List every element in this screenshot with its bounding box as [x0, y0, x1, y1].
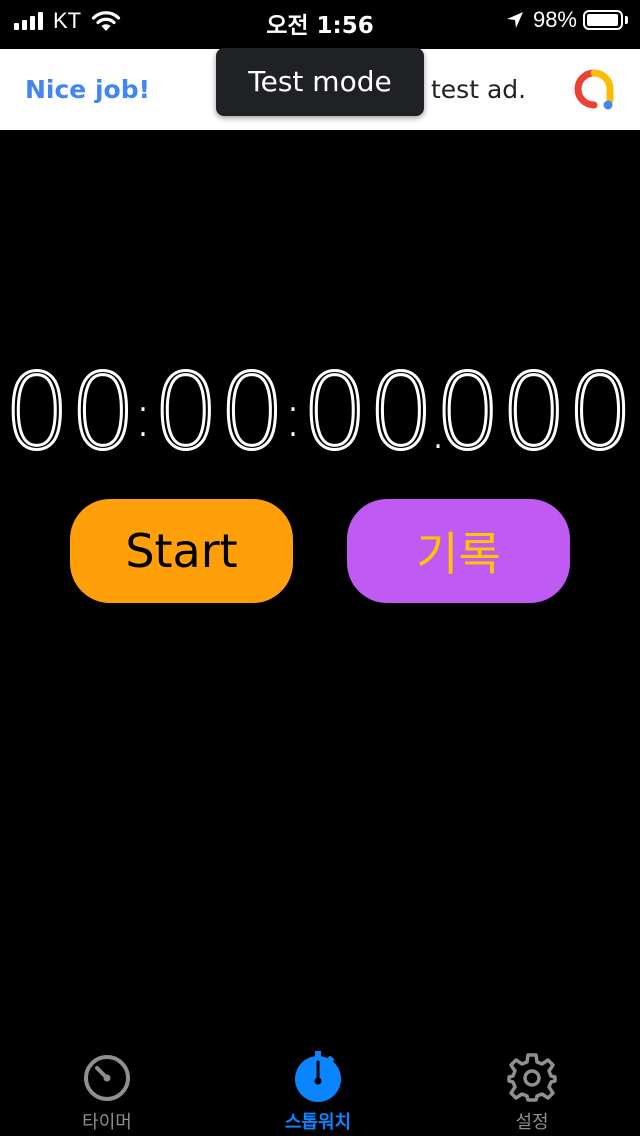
tab-timer[interactable]: 타이머 [27, 1040, 187, 1136]
tab-label-stopwatch: 스톱워치 [284, 1112, 352, 1133]
tab-label-timer: 타이머 [82, 1112, 132, 1133]
app-screen: KT 오전 1:56 98% Nice job! test ad. Test m… [0, 0, 640, 1136]
time-separator-1: : [133, 381, 153, 451]
time-milliseconds: 000 [435, 352, 634, 462]
battery-icon [583, 10, 623, 30]
time-separator-3: . [428, 393, 447, 462]
location-arrow-icon [506, 12, 523, 28]
tab-settings[interactable]: 설정 [452, 1040, 612, 1136]
time-seconds: 00 [302, 352, 434, 462]
battery-tip [625, 16, 628, 24]
test-mode-badge: Test mode [216, 48, 424, 116]
ad-headline: Nice job! [25, 75, 151, 104]
google-admob-icon [574, 69, 614, 110]
battery-percent: 98% [532, 7, 577, 32]
battery-level-fill [587, 14, 619, 26]
time-separator-2: : [283, 381, 303, 451]
lap-button[interactable]: 기록 [347, 499, 570, 603]
time-minutes: 00 [153, 352, 285, 462]
tab-label-settings: 설정 [515, 1112, 549, 1133]
timer-icon [84, 1055, 130, 1101]
tab-bar: 타이머 스톱워치 설정 [0, 1040, 640, 1136]
tab-stopwatch[interactable]: 스톱워치 [238, 1040, 398, 1136]
status-right: 98% [505, 6, 628, 34]
gear-icon [507, 1053, 557, 1102]
status-bar: KT 오전 1:56 98% [0, 0, 640, 40]
stopwatch-time-svg: 00 00 00 000 : : . [2, 352, 634, 462]
ad-body-text: test ad. [431, 75, 527, 104]
start-button[interactable]: Start [70, 499, 293, 603]
stopwatch-icon [295, 1051, 341, 1102]
stopwatch-time-display: 00 00 00 000 : : . [0, 352, 640, 462]
time-hours: 00 [4, 352, 136, 462]
